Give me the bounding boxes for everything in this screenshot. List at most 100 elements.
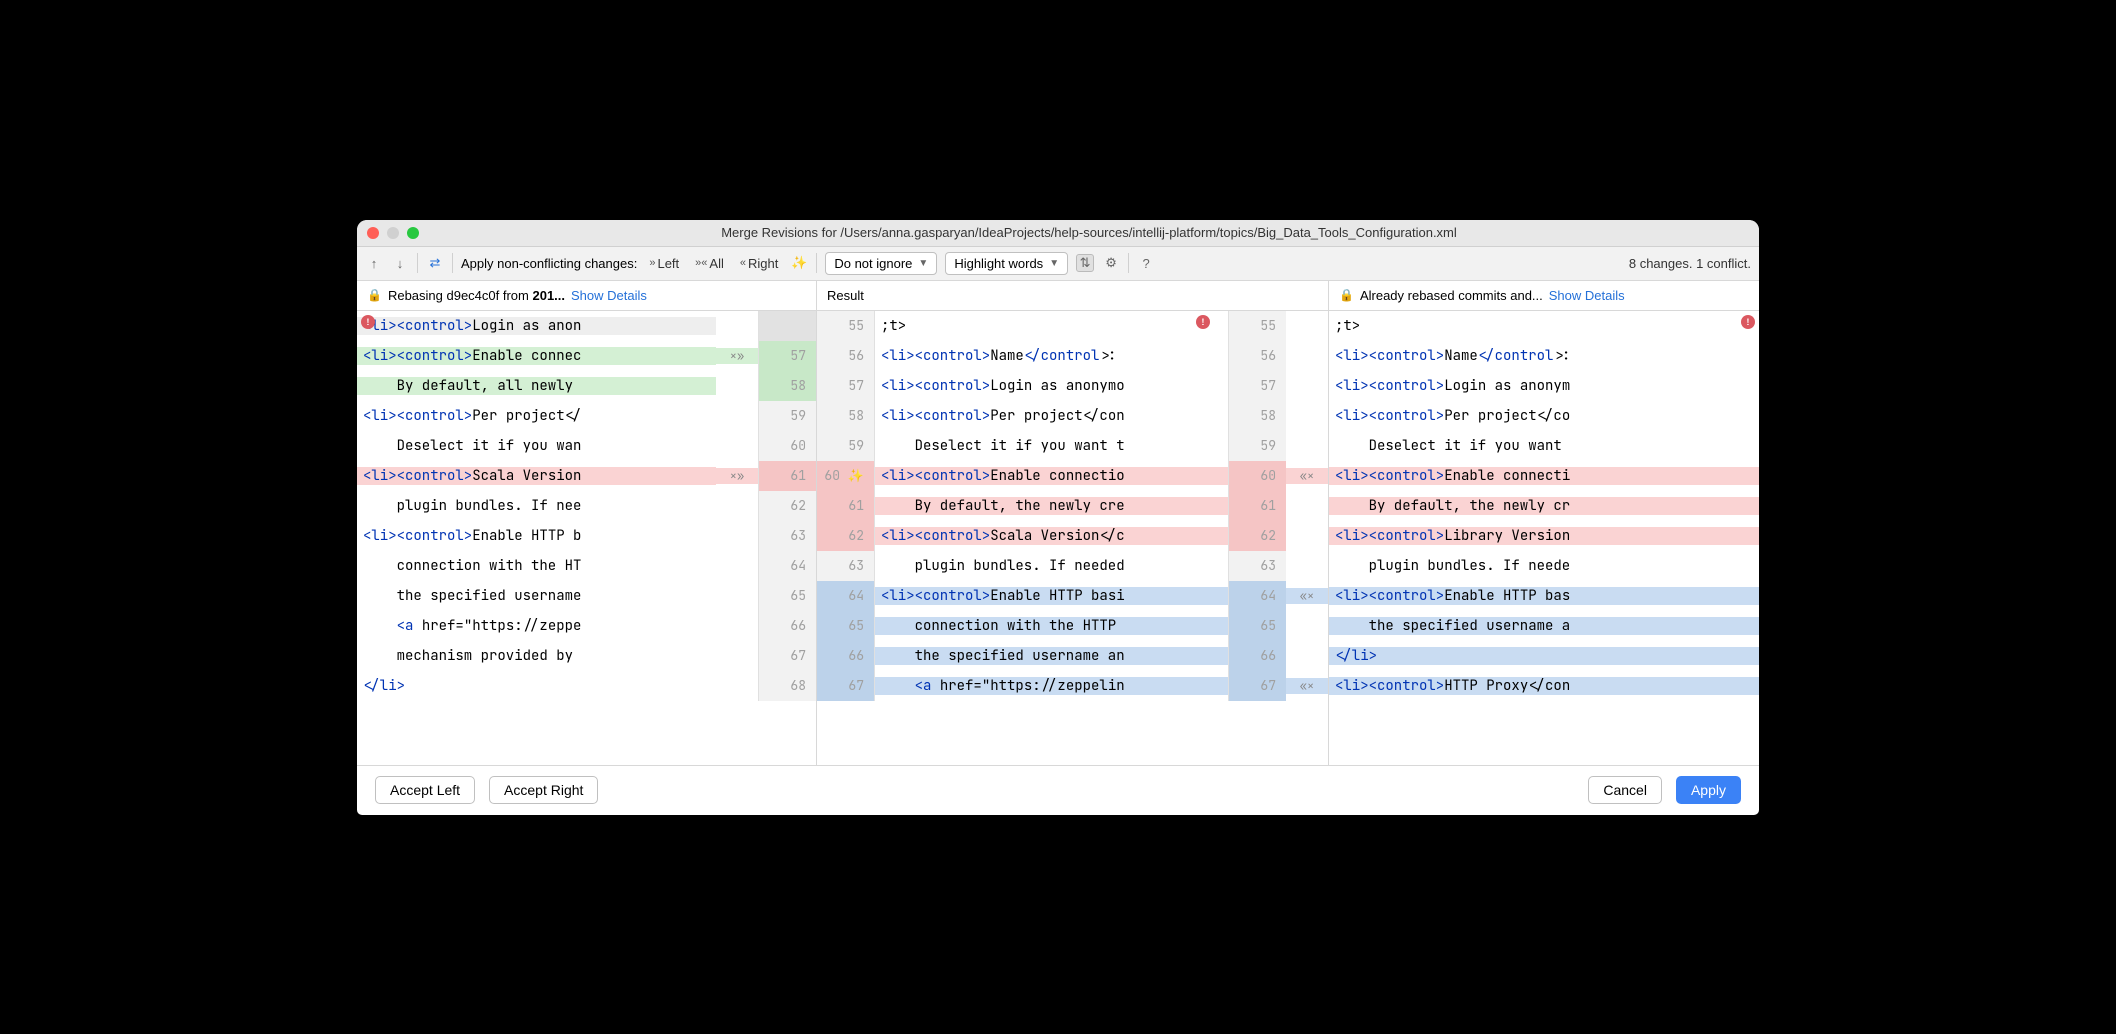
minimize-icon[interactable] [387, 227, 399, 239]
line-number: 57 [1228, 371, 1286, 401]
code-line: <li><control>Login as anon [357, 311, 816, 341]
line-number: 57 [817, 371, 875, 401]
lock-icon: 🔒 [1339, 288, 1354, 302]
line-number: 67 [817, 671, 875, 701]
result-header: Result [817, 281, 1329, 310]
diff-panes: ! <li><control>Login as anon<li><control… [357, 311, 1759, 765]
line-number: 59 [758, 401, 816, 431]
zoom-icon[interactable] [407, 227, 419, 239]
next-diff-icon[interactable]: ↓ [391, 254, 409, 272]
code-line: <li><control>Per project</59 [357, 401, 816, 431]
line-number: 67 [758, 641, 816, 671]
gear-icon[interactable]: ⚙ [1102, 254, 1120, 272]
line-number: 58 [1228, 401, 1286, 431]
sync-scroll-icon[interactable]: ⇅ [1076, 254, 1094, 272]
code-line: Deselect it if you wan60 [357, 431, 816, 461]
code-line: 58<li><control>Per project</con58 [817, 401, 1328, 431]
code-line: <li><control>HTTP Proxy</con [1329, 671, 1759, 701]
error-badge: ! [1196, 315, 1210, 329]
line-number: 65 [817, 611, 875, 641]
show-details-right[interactable]: Show Details [1549, 288, 1625, 303]
code-line: 56<li><control>Name</control>:56 [817, 341, 1328, 371]
line-number: 61 [758, 461, 816, 491]
middle-pane[interactable]: ! 55;t>5556<li><control>Name</control>:5… [817, 311, 1329, 765]
code-line: plugin bundles. If nee62 [357, 491, 816, 521]
apply-label: Apply non-conflicting changes: [461, 256, 637, 271]
line-number: 56 [817, 341, 875, 371]
code-line: 66 the specified username an66 [817, 641, 1328, 671]
line-number: 61 [1228, 491, 1286, 521]
code-line: <li><control>Enable connec×»57 [357, 341, 816, 371]
code-line: <li><control>Enable HTTP b63 [357, 521, 816, 551]
compare-icon[interactable]: ⇄ [426, 254, 444, 272]
line-number: 60 [758, 431, 816, 461]
apply-all-button[interactable]: »«All [691, 256, 728, 271]
apply-right-button[interactable]: «Right [736, 256, 782, 271]
line-number: 58 [758, 371, 816, 401]
line-number: 64 [1228, 581, 1286, 611]
line-number: 64 [817, 581, 875, 611]
code-line: connection with the HT64 [357, 551, 816, 581]
line-number: 59 [1228, 431, 1286, 461]
line-actions[interactable]: «× [1286, 468, 1328, 484]
line-number: 55 [817, 311, 875, 341]
error-badge: ! [1741, 315, 1755, 329]
line-actions[interactable]: «× [1286, 678, 1328, 694]
merge-window: Merge Revisions for /Users/anna.gasparya… [357, 220, 1759, 815]
line-actions[interactable]: «× [1286, 588, 1328, 604]
line-number: 66 [758, 611, 816, 641]
line-number: 62 [817, 521, 875, 551]
line-number: 60 [1228, 461, 1286, 491]
accept-right-button[interactable]: Accept Right [489, 776, 598, 804]
cancel-button[interactable]: Cancel [1588, 776, 1662, 804]
line-number: 59 [817, 431, 875, 461]
titlebar: Merge Revisions for /Users/anna.gasparya… [357, 220, 1759, 247]
right-pane[interactable]: ! ;t><li><control>Name</control>:<li><co… [1329, 311, 1759, 765]
line-number: 58 [817, 401, 875, 431]
code-line: By default, the newly cr [1329, 491, 1759, 521]
code-line: 62<li><control>Scala Version</c62 [817, 521, 1328, 551]
code-line: </li>68 [357, 671, 816, 701]
line-number: 63 [817, 551, 875, 581]
code-line: 67 <a href="https://zeppelin67«× [817, 671, 1328, 701]
line-actions[interactable]: ×» [716, 468, 758, 484]
line-number: 56 [1228, 341, 1286, 371]
line-number: 65 [1228, 611, 1286, 641]
line-number: 66 [1228, 641, 1286, 671]
line-number: 60 ✨ [817, 461, 875, 491]
apply-button[interactable]: Apply [1676, 776, 1741, 804]
help-icon[interactable]: ? [1137, 254, 1155, 272]
show-details-left[interactable]: Show Details [571, 288, 647, 303]
close-icon[interactable] [367, 227, 379, 239]
line-number: 62 [758, 491, 816, 521]
line-number: 61 [817, 491, 875, 521]
line-number: 55 [1228, 311, 1286, 341]
footer: Accept Left Accept Right Cancel Apply [357, 765, 1759, 815]
change-count: 8 changes. 1 conflict. [1629, 256, 1751, 271]
code-line: 59 Deselect it if you want t59 [817, 431, 1328, 461]
code-line: <a href="https://zeppe66 [357, 611, 816, 641]
code-line: 61 By default, the newly cre61 [817, 491, 1328, 521]
code-line: 65 connection with the HTTP 65 [817, 611, 1328, 641]
apply-left-button[interactable]: »Left [645, 256, 683, 271]
line-number [758, 311, 816, 341]
line-number: 66 [817, 641, 875, 671]
code-line: 64<li><control>Enable HTTP basi64«× [817, 581, 1328, 611]
code-line: 55;t>55 [817, 311, 1328, 341]
line-number: 65 [758, 581, 816, 611]
prev-diff-icon[interactable]: ↑ [365, 254, 383, 272]
highlight-dropdown[interactable]: Highlight words▼ [945, 252, 1068, 275]
ignore-dropdown[interactable]: Do not ignore▼ [825, 252, 937, 275]
code-line: <li><control>Library Version [1329, 521, 1759, 551]
code-line: <li><control>Enable connecti [1329, 461, 1759, 491]
line-number: 67 [1228, 671, 1286, 701]
left-pane[interactable]: ! <li><control>Login as anon<li><control… [357, 311, 817, 765]
right-header: 🔒 Already rebased commits and... Show De… [1329, 281, 1759, 310]
line-actions[interactable]: ×» [716, 348, 758, 364]
code-line: Deselect it if you want [1329, 431, 1759, 461]
code-line: plugin bundles. If neede [1329, 551, 1759, 581]
line-number: 63 [758, 521, 816, 551]
magic-wand-icon[interactable]: ✨ [790, 254, 808, 272]
accept-left-button[interactable]: Accept Left [375, 776, 475, 804]
line-number: 68 [758, 671, 816, 701]
